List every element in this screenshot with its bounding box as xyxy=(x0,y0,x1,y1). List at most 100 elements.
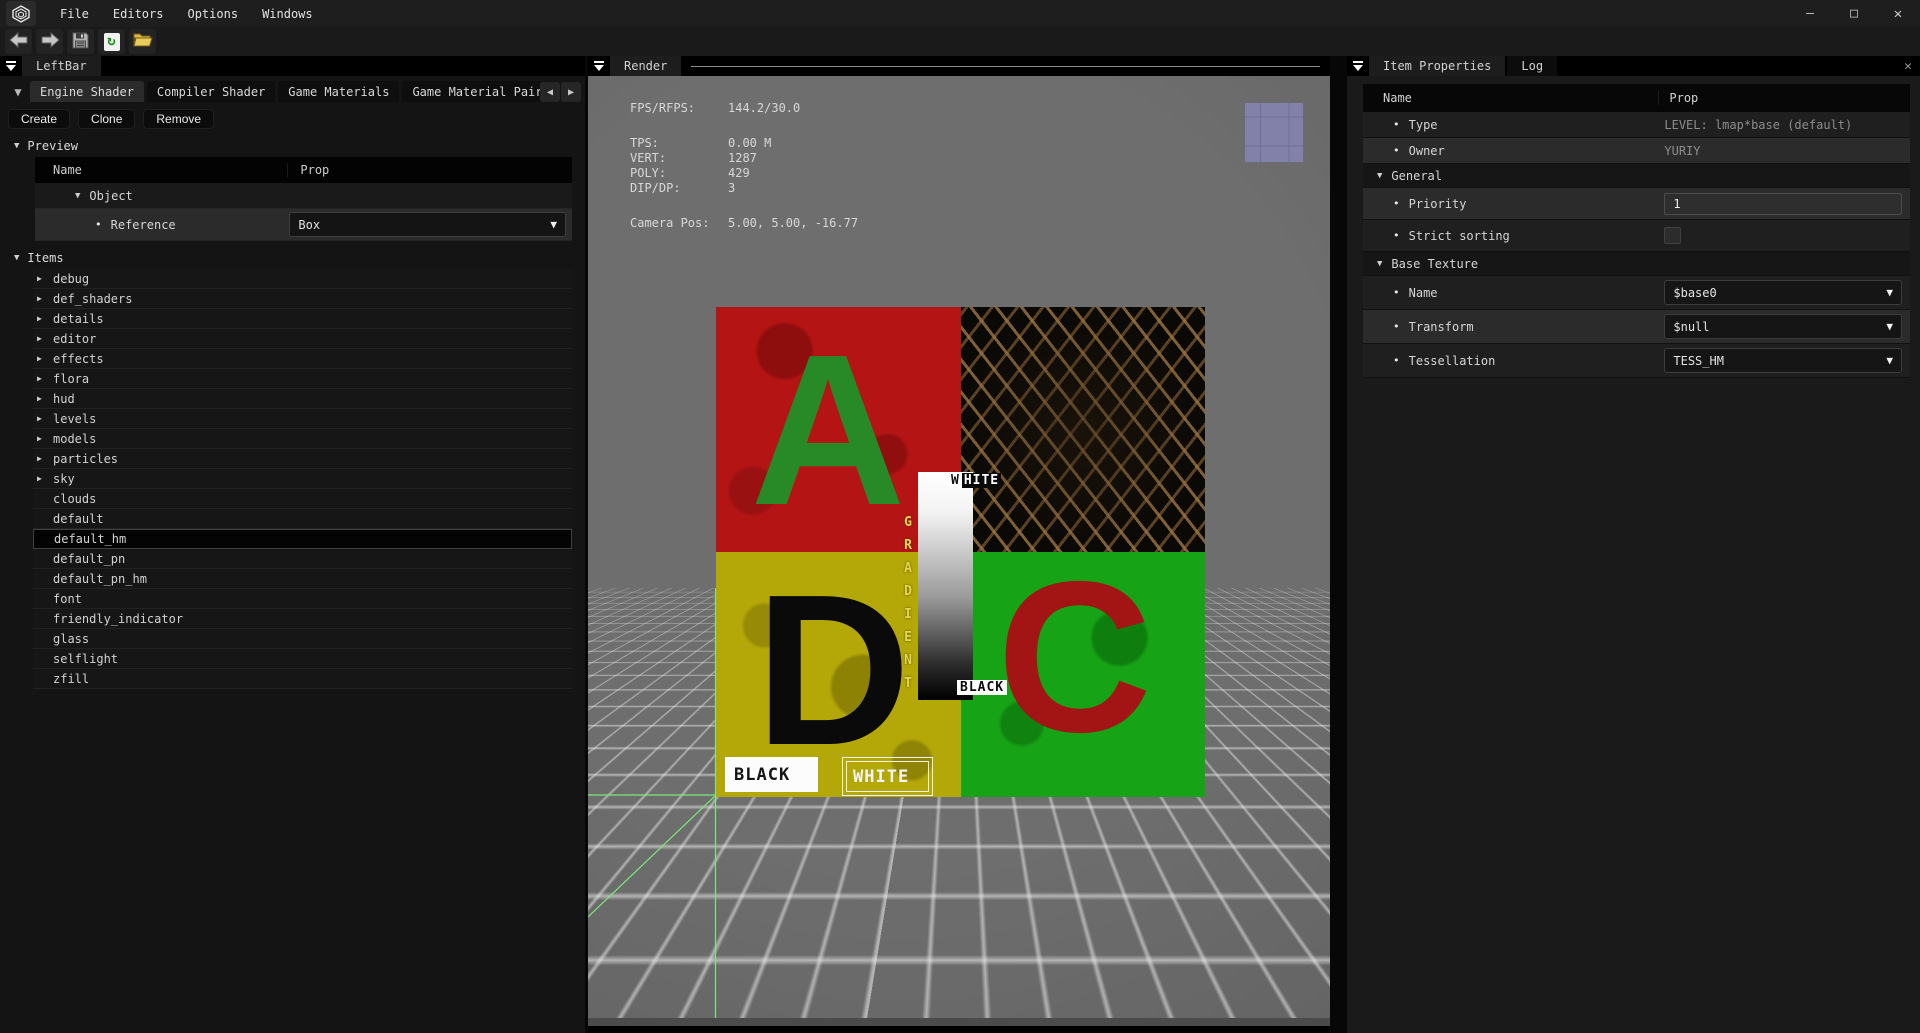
create-button[interactable]: Create xyxy=(8,109,70,129)
prop-row-general[interactable]: ▼General xyxy=(1363,164,1910,188)
tab-scroll-left-icon[interactable]: ◀ xyxy=(540,82,560,102)
items-section-header[interactable]: ▼ Items xyxy=(14,251,585,265)
transform-dropdown[interactable]: $null▼ xyxy=(1664,314,1902,339)
item-label: details xyxy=(53,312,104,326)
item-default-pn[interactable]: default_pn xyxy=(33,549,572,569)
menu-windows[interactable]: Windows xyxy=(252,4,323,24)
preview-table-header: Name Prop xyxy=(35,157,572,183)
tab-log[interactable]: Log xyxy=(1507,56,1557,76)
collapse-panel-icon[interactable] xyxy=(1347,56,1369,76)
refresh-button[interactable]: ↻ xyxy=(98,29,125,54)
minimize-window-button[interactable]: – xyxy=(1788,0,1832,27)
chevron-down-icon: ▼ xyxy=(1886,320,1893,333)
prop-row-owner[interactable]: •OwnerYURIY xyxy=(1363,138,1910,164)
collapse-panel-icon[interactable] xyxy=(588,56,610,76)
preview-section-header[interactable]: ▼ Preview xyxy=(14,139,585,153)
item-font[interactable]: font xyxy=(33,589,572,609)
maximize-window-button[interactable]: □ xyxy=(1832,0,1876,27)
material-actions: Create Clone Remove xyxy=(8,109,585,129)
refresh-icon: ↻ xyxy=(104,33,120,51)
dropdown-value: TESS_HM xyxy=(1673,354,1724,368)
item-default-pn-hm[interactable]: default_pn_hm xyxy=(33,569,572,589)
prop-row-priority[interactable]: •Priority xyxy=(1363,188,1910,220)
name-dropdown[interactable]: $base0▼ xyxy=(1664,280,1902,305)
preview-row-reference[interactable]: •ReferenceBox▼ xyxy=(35,209,572,241)
close-window-button[interactable]: ✕ xyxy=(1876,0,1920,27)
item-selflight[interactable]: selflight xyxy=(33,649,572,669)
expand-arrow-icon[interactable]: ▶ xyxy=(37,314,46,323)
item-sky[interactable]: ▶sky xyxy=(33,469,572,489)
item-label: particles xyxy=(53,452,118,466)
item-glass[interactable]: glass xyxy=(33,629,572,649)
expand-arrow-icon[interactable]: ▶ xyxy=(37,374,46,383)
item-label: levels xyxy=(53,412,96,426)
expand-arrow-icon[interactable]: ▶ xyxy=(37,274,46,283)
item-label: clouds xyxy=(53,492,96,506)
leftbar-title[interactable]: LeftBar xyxy=(22,56,101,76)
item-hud[interactable]: ▶hud xyxy=(33,389,572,409)
stat-value: 5.00, 5.00, -16.77 xyxy=(728,216,858,231)
menu-editors[interactable]: Editors xyxy=(103,4,174,24)
bullet-icon: • xyxy=(1393,118,1400,131)
expand-arrow-icon[interactable]: ▶ xyxy=(37,334,46,343)
save-button[interactable] xyxy=(67,29,94,54)
tab-game-materials[interactable]: Game Materials xyxy=(278,81,399,102)
expand-arrow-icon[interactable]: ▶ xyxy=(37,434,46,443)
menu-file[interactable]: File xyxy=(50,4,99,24)
render-stats: FPS/RFPS:144.2/30.0TPS:0.00 MVERT:1287PO… xyxy=(630,101,858,231)
remove-button[interactable]: Remove xyxy=(143,109,214,129)
item-default[interactable]: default xyxy=(33,509,572,529)
item-editor[interactable]: ▶editor xyxy=(33,329,572,349)
item-debug[interactable]: ▶debug xyxy=(33,269,572,289)
app-logo-icon[interactable] xyxy=(6,1,36,26)
prop-row-strict-sorting[interactable]: •Strict sorting xyxy=(1363,220,1910,252)
item-particles[interactable]: ▶ particles xyxy=(33,449,572,469)
item-def-shaders[interactable]: ▶def_shaders xyxy=(33,289,572,309)
forward-button[interactable] xyxy=(36,29,63,54)
tab-game-material-pairs[interactable]: Game Material Pairs xyxy=(402,81,540,102)
item-properties-panel: Item PropertiesLog ✕ Name Prop •TypeLEVE… xyxy=(1347,56,1920,1033)
render-tab[interactable]: Render xyxy=(610,56,681,76)
prop-row-transform[interactable]: •Transform$null▼ xyxy=(1363,310,1910,344)
tab-scroll-right-icon[interactable]: ▶ xyxy=(561,82,581,102)
back-button[interactable] xyxy=(5,29,32,54)
expand-arrow-icon[interactable]: ▶ xyxy=(37,454,46,463)
collapse-panel-icon[interactable] xyxy=(0,56,22,76)
item-clouds[interactable]: clouds xyxy=(33,489,572,509)
item-levels[interactable]: ▶ levels xyxy=(33,409,572,429)
expand-arrow-icon[interactable]: ▶ xyxy=(37,394,46,403)
reference-dropdown[interactable]: Box▼ xyxy=(289,212,566,237)
tab-list-dropdown-icon[interactable]: ▼ xyxy=(6,82,30,102)
item-default-hm[interactable]: default_hm xyxy=(33,529,572,549)
prop-row-name[interactable]: •Name$base0▼ xyxy=(1363,276,1910,310)
prop-row-base-texture[interactable]: ▼Base Texture xyxy=(1363,252,1910,276)
open-folder-button[interactable] xyxy=(129,29,156,54)
tab-compiler-shader[interactable]: Compiler Shader xyxy=(147,81,275,102)
expand-arrow-icon[interactable]: ▶ xyxy=(37,414,46,423)
stat-label: TPS: xyxy=(630,136,728,151)
item-label: effects xyxy=(53,352,104,366)
stat-label: FPS/RFPS: xyxy=(630,101,728,116)
tab-engine-shader[interactable]: Engine Shader xyxy=(30,81,144,102)
item-properties-header: Item PropertiesLog ✕ xyxy=(1347,56,1920,76)
close-panel-icon[interactable]: ✕ xyxy=(1896,56,1920,76)
prop-row-tessellation[interactable]: •TessellationTESS_HM▼ xyxy=(1363,344,1910,378)
strict-sorting-checkbox[interactable] xyxy=(1664,227,1681,244)
preview-row-object[interactable]: ▼Object xyxy=(35,183,572,209)
render-viewport[interactable]: FPS/RFPS:144.2/30.0TPS:0.00 MVERT:1287PO… xyxy=(588,76,1330,1026)
item-effects[interactable]: ▶ effects xyxy=(33,349,572,369)
item-friendly-indicator[interactable]: friendly_indicator xyxy=(33,609,572,629)
clone-button[interactable]: Clone xyxy=(78,109,135,129)
tab-item-properties[interactable]: Item Properties xyxy=(1369,56,1505,76)
item-zfill[interactable]: zfill xyxy=(33,669,572,689)
expand-arrow-icon[interactable]: ▶ xyxy=(37,354,46,363)
item-details[interactable]: ▶ details xyxy=(33,309,572,329)
menu-options[interactable]: Options xyxy=(177,4,248,24)
expand-arrow-icon[interactable]: ▶ xyxy=(37,474,46,483)
tessellation-dropdown[interactable]: TESS_HM▼ xyxy=(1664,348,1902,373)
expand-arrow-icon[interactable]: ▶ xyxy=(37,294,46,303)
priority-input[interactable] xyxy=(1664,193,1902,215)
item-flora[interactable]: ▶flora xyxy=(33,369,572,389)
prop-row-type[interactable]: •TypeLEVEL: lmap*base (default) xyxy=(1363,112,1910,138)
item-models[interactable]: ▶models xyxy=(33,429,572,449)
